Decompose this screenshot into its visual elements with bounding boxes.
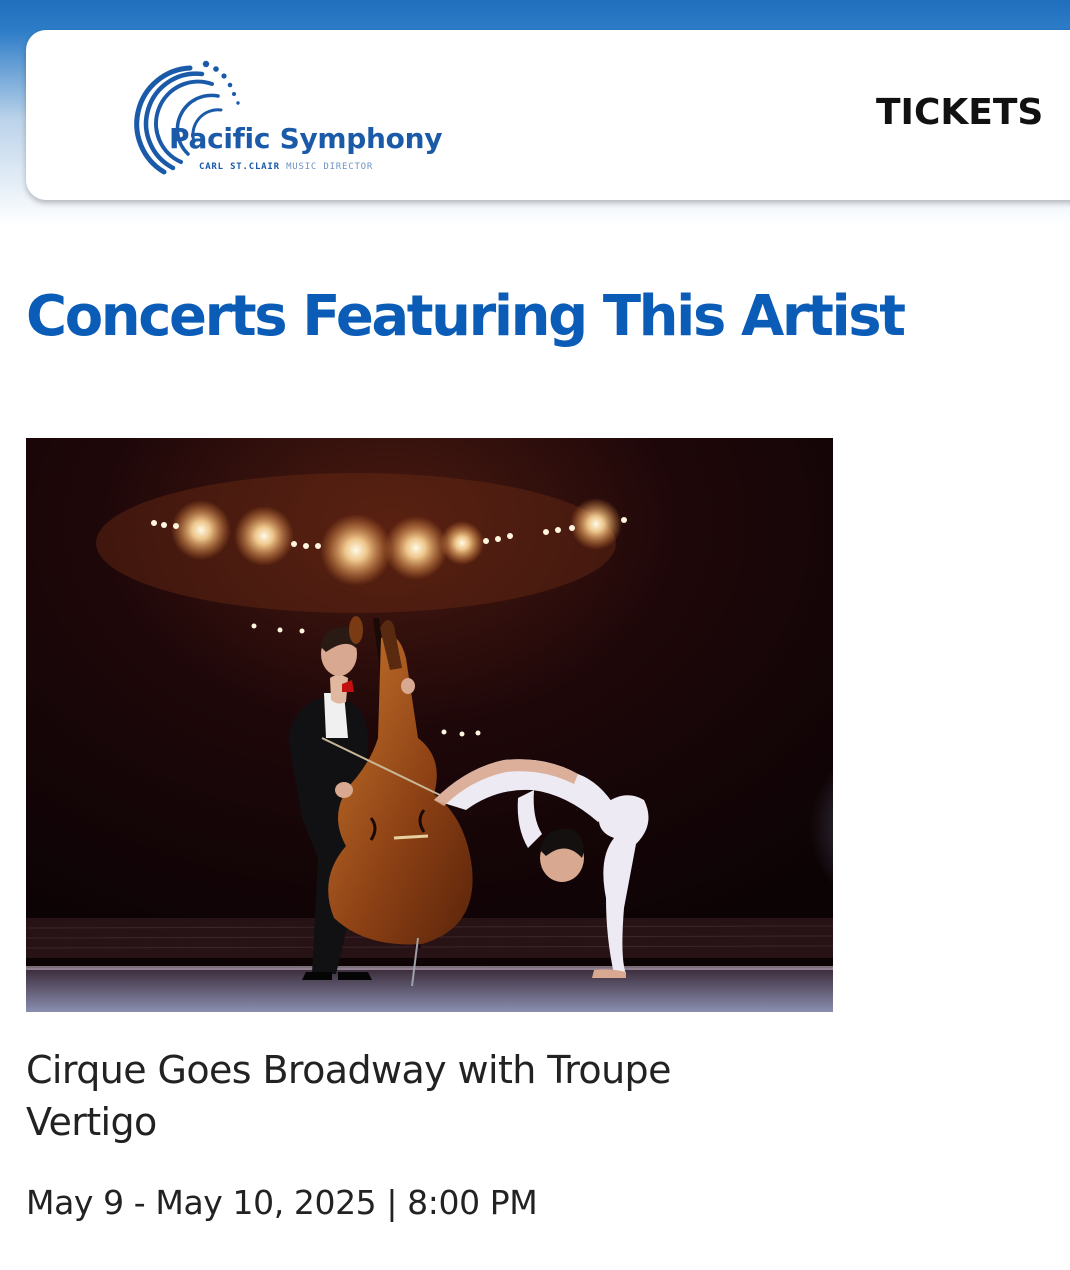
- concert-image[interactable]: [26, 438, 833, 1012]
- page: Pacific Symphony CARL ST.CLAIR MUSIC DIR…: [0, 0, 1070, 1270]
- concert-title-link[interactable]: Cirque Goes Broadway with Troupe Vertigo: [26, 1044, 746, 1148]
- logo-tagline: CARL ST.CLAIR MUSIC DIRECTOR: [199, 162, 373, 172]
- site-logo[interactable]: Pacific Symphony CARL ST.CLAIR MUSIC DIR…: [126, 54, 466, 184]
- tickets-link[interactable]: TICKETS: [876, 92, 1043, 133]
- logo-tagline-role: MUSIC DIRECTOR: [286, 162, 374, 172]
- section-title: Concerts Featuring This Artist: [26, 284, 906, 349]
- concert-date: May 9 - May 10, 2025 | 8:00 PM: [26, 1183, 538, 1222]
- logo-tagline-name: CARL ST.CLAIR: [199, 162, 280, 172]
- concert-card[interactable]: [26, 438, 833, 1012]
- logo-wordmark: Pacific Symphony: [169, 122, 443, 155]
- site-header: Pacific Symphony CARL ST.CLAIR MUSIC DIR…: [26, 30, 1070, 200]
